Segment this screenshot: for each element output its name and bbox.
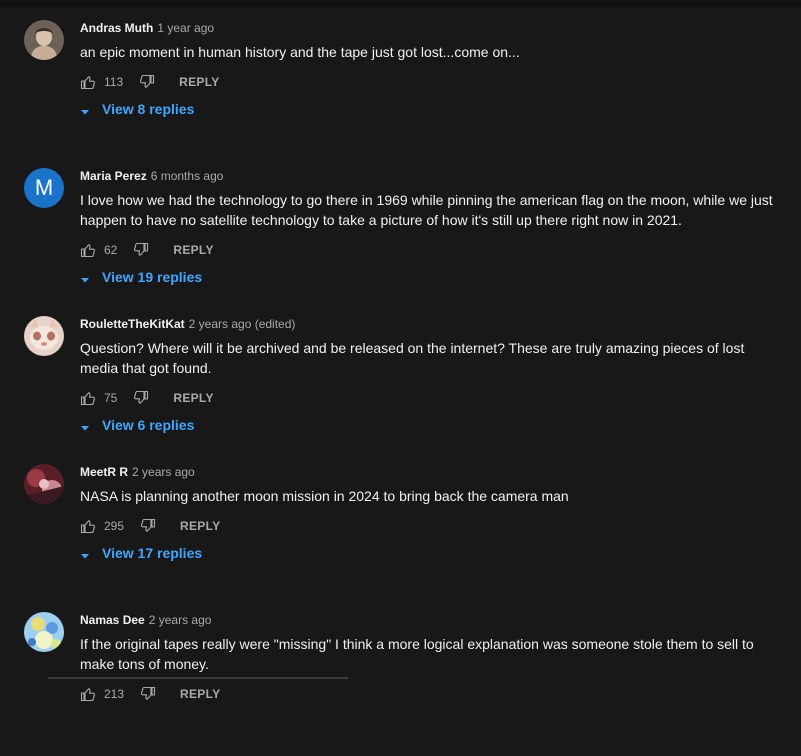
comment-header: RouletteTheKitKat 2 years ago (edited) [80,317,295,331]
thumbs-down-icon[interactable] [139,74,155,90]
comment-text: NASA is planning another moon mission in… [80,488,569,504]
author-name[interactable]: MeetR R [80,465,128,479]
thumbs-up-icon[interactable] [80,686,96,702]
author-name[interactable]: RouletteTheKitKat [80,317,185,331]
author-name[interactable]: Andras Muth [80,21,153,35]
comment-text: I love how we had the technology to go t… [80,192,773,228]
thumbs-up-icon[interactable] [80,242,96,258]
comment-actions: 213 REPLY [80,684,220,704]
avatar[interactable] [24,612,64,652]
thumbs-up-icon[interactable] [80,390,96,406]
comment-time[interactable]: 1 year ago [157,21,214,35]
caret-down-icon [80,104,90,115]
comment-thread: RouletteTheKitKat 2 years ago (edited) Qu… [0,312,801,460]
view-replies-label: View 8 replies [102,101,195,117]
comment-header: Namas Dee 2 years ago [80,613,211,627]
reply-button[interactable]: REPLY [180,519,220,533]
caret-down-icon [80,272,90,283]
comment-text: Question? Where will it be archived and … [80,340,745,376]
view-replies-button[interactable]: View 8 replies [80,101,194,117]
view-replies-button[interactable]: View 17 replies [80,545,202,561]
reply-button[interactable]: REPLY [180,687,220,701]
reply-button[interactable]: REPLY [179,75,219,89]
comment-actions: 75 REPLY [80,388,214,408]
view-replies-button[interactable]: View 19 replies [80,269,202,285]
thumbs-down-icon[interactable] [133,242,149,258]
like-count: 62 [104,243,118,257]
thumbs-down-icon[interactable] [140,686,156,702]
avatar[interactable] [24,464,64,504]
caret-down-icon [80,420,90,431]
comment-thread: MeetR R 2 years ago NASA is planning anot… [0,460,801,608]
like-count: 295 [104,519,125,533]
comment-actions: 62 REPLY [80,240,214,260]
comment-header: Andras Muth 1 year ago [80,21,214,35]
reply-button[interactable]: REPLY [173,243,213,257]
comment-header: Maria Perez 6 months ago [80,169,223,183]
comment-time[interactable]: 2 years ago [132,465,195,479]
avatar[interactable] [24,316,64,356]
view-replies-label: View 17 replies [102,545,203,561]
comment-text: an epic moment in human history and the … [80,44,520,60]
view-replies-label: View 6 replies [102,417,195,433]
like-count: 213 [104,687,125,701]
reply-button[interactable]: REPLY [173,391,213,405]
thumbs-down-icon[interactable] [133,390,149,406]
view-replies-button[interactable]: View 6 replies [80,417,194,433]
author-name[interactable]: Namas Dee [80,613,145,627]
comments-section: Andras Muth 1 year ago an epic moment in … [0,16,801,756]
comment-actions: 295 REPLY [80,516,220,536]
thumbs-up-icon[interactable] [80,518,96,534]
view-replies-label: View 19 replies [102,269,203,285]
comment-time[interactable]: 2 years ago (edited) [189,317,296,331]
like-count: 113 [104,75,124,89]
comment-actions: 113 REPLY [80,72,220,92]
comment-header: MeetR R 2 years ago [80,465,195,479]
avatar[interactable] [24,20,64,60]
like-count: 75 [104,391,118,405]
comment-thread: Namas Dee 2 years ago If the original tap… [0,608,801,756]
caret-down-icon [80,548,90,559]
thumbs-down-icon[interactable] [140,518,156,534]
comment-thread: M Maria Perez 6 months ago I love how we … [0,164,801,312]
author-name[interactable]: Maria Perez [80,169,147,183]
thumbs-up-icon[interactable] [80,74,96,90]
avatar[interactable]: M [24,168,64,208]
top-divider [0,0,801,7]
comment-time[interactable]: 2 years ago [149,613,212,627]
comment-thread: Andras Muth 1 year ago an epic moment in … [0,16,801,164]
comment-text: If the original tapes really were "missi… [80,636,754,672]
comment-time[interactable]: 6 months ago [151,169,224,183]
